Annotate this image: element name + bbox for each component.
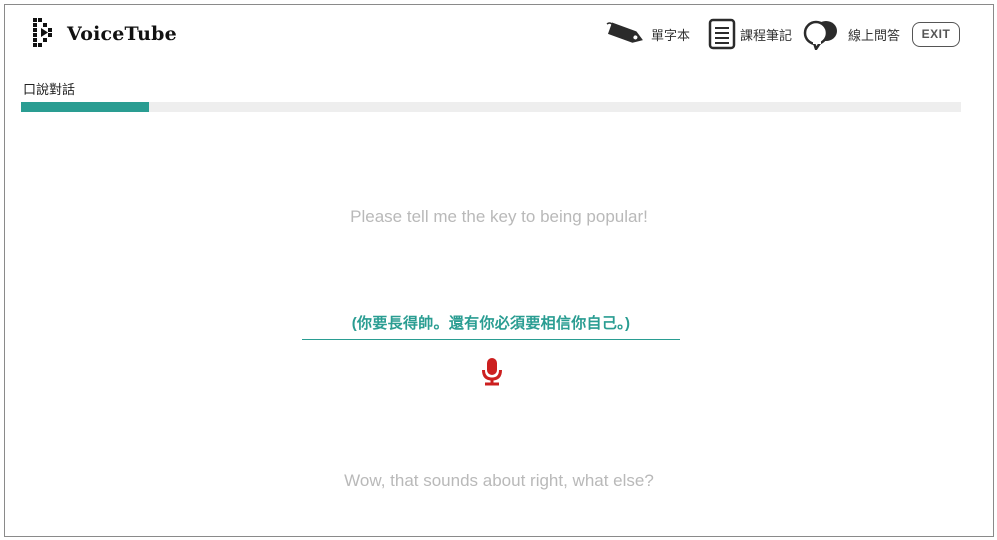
online-qa-label: 線上問答: [847, 27, 900, 43]
notepad-icon: [708, 18, 736, 50]
vocab-book-label: 單字本: [650, 27, 690, 43]
brand-name: VoiceTube: [67, 23, 177, 45]
answer-hint: (你要長得帥。還有你必須要相信你自己。): [351, 315, 631, 332]
voicetube-logo-icon: [33, 18, 52, 47]
course-notes-link[interactable]: 課程筆記: [708, 18, 792, 50]
brand-logo[interactable]: VoiceTube: [31, 17, 177, 51]
microphone-icon: [482, 358, 502, 386]
dialogue-reply: Wow, that sounds about right, what else?: [344, 471, 654, 490]
record-button[interactable]: [481, 357, 503, 387]
app-window: VoiceTube 單字本 課程筆記 線上問答 EXIT 口說對話 Please…: [4, 4, 994, 537]
top-nav: 單字本 課程筆記 線上問答 EXIT: [595, 18, 960, 50]
course-notes-label: 課程筆記: [739, 27, 792, 43]
answer-field[interactable]: (你要長得帥。還有你必須要相信你自己。): [302, 313, 680, 340]
dialogue-prompt: Please tell me the key to being popular!: [350, 207, 648, 226]
online-qa-link[interactable]: 線上問答: [802, 18, 900, 50]
progress-bar-fill: [21, 102, 149, 112]
exit-button[interactable]: EXIT: [912, 21, 960, 47]
speech-bubbles-icon: [803, 20, 837, 50]
section-title: 口說對話: [23, 82, 76, 97]
progress-bar: [21, 102, 961, 112]
vocab-book-link[interactable]: 單字本: [605, 19, 690, 49]
price-tag-icon: [606, 22, 643, 43]
